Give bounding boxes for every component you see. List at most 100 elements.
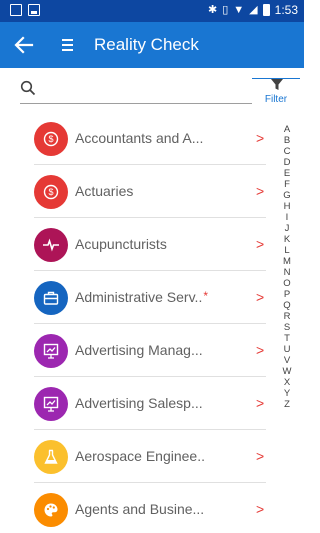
alphabet-letter[interactable]: K xyxy=(281,234,293,245)
alphabet-letter[interactable]: X xyxy=(281,377,293,388)
alphabet-letter[interactable]: J xyxy=(281,223,293,234)
category-badge xyxy=(34,387,68,421)
menu-icon xyxy=(62,39,73,41)
list-item-text: Advertising Manag... xyxy=(75,342,203,358)
filter-funnel-icon xyxy=(271,79,283,90)
alphabet-letter[interactable]: N xyxy=(281,267,293,278)
gallery-notification-icon xyxy=(28,4,40,16)
category-badge xyxy=(34,228,68,262)
alphabet-letter[interactable]: T xyxy=(281,333,293,344)
bluetooth-icon: ✱ xyxy=(208,4,218,16)
status-indicators: ✱ ▯ ▼ ◢ 1:53 xyxy=(208,3,298,17)
search-input[interactable] xyxy=(20,74,252,104)
heartbeat-icon xyxy=(43,238,59,252)
menu-button[interactable] xyxy=(62,36,76,54)
category-badge: $ xyxy=(34,122,68,156)
presentation-icon xyxy=(43,396,59,412)
status-bar: ✱ ▯ ▼ ◢ 1:53 xyxy=(0,0,304,22)
alphabet-letter[interactable]: G xyxy=(281,190,293,201)
list-item-text: Accountants and A... xyxy=(75,130,204,146)
alphabet-letter[interactable]: Y xyxy=(281,388,293,399)
alphabet-letter[interactable]: I xyxy=(281,212,293,223)
category-badge: $ xyxy=(34,175,68,209)
list-item[interactable]: $ Accountants and A... > xyxy=(0,112,276,165)
chevron-right-icon: > xyxy=(256,289,265,305)
alphabet-letter[interactable]: Z xyxy=(281,399,293,410)
signal-icon: ◢ xyxy=(249,4,258,16)
app-screen: ✱ ▯ ▼ ◢ 1:53 Reality Check Filter $ Acco… xyxy=(0,0,304,533)
alphabet-letter[interactable]: A xyxy=(281,124,293,135)
palette-icon xyxy=(44,503,58,517)
battery-icon xyxy=(262,4,270,16)
list-item-text: Actuaries xyxy=(75,183,134,199)
svg-text:$: $ xyxy=(48,187,53,197)
chevron-right-icon: > xyxy=(256,501,265,517)
list-item[interactable]: Advertising Salesp... > xyxy=(0,377,276,430)
category-badge xyxy=(34,493,68,527)
status-time: 1:53 xyxy=(274,3,298,17)
alphabet-letter[interactable]: L xyxy=(281,245,293,256)
alphabet-letter[interactable]: O xyxy=(281,278,293,289)
app-notification-icon xyxy=(10,4,22,16)
list-item[interactable]: Acupuncturists > xyxy=(0,218,276,271)
alphabet-letter[interactable]: W xyxy=(281,366,293,377)
alphabet-letter[interactable]: F xyxy=(281,179,293,190)
list-item[interactable]: Agents and Busine... > xyxy=(0,483,276,533)
list-item-text: Advertising Salesp... xyxy=(75,395,203,411)
svg-text:$: $ xyxy=(48,134,53,144)
list-item-text: Administrative Serv.. xyxy=(75,289,203,305)
filter-label: Filter xyxy=(264,94,288,105)
list-item[interactable]: Advertising Manag... > xyxy=(0,324,276,377)
list-item-label: Advertising Manag... xyxy=(75,342,203,358)
chevron-right-icon: > xyxy=(256,395,265,411)
chevron-right-icon: > xyxy=(256,448,265,464)
dollar-icon: $ xyxy=(43,184,59,200)
alphabet-letter[interactable]: B xyxy=(281,135,293,146)
chevron-right-icon: > xyxy=(256,130,265,146)
alphabet-letter[interactable]: U xyxy=(281,344,293,355)
alphabet-letter[interactable]: V xyxy=(281,355,293,366)
list-item-text: Aerospace Enginee.. xyxy=(75,448,205,464)
alphabet-letter[interactable]: H xyxy=(281,201,293,212)
presentation-icon xyxy=(43,343,59,359)
occupation-list: $ Accountants and A... > $ Actuaries > Acupunc… xyxy=(0,112,276,533)
alphabet-letter[interactable]: D xyxy=(281,157,293,168)
list-item-text: Acupuncturists xyxy=(75,236,167,252)
alphabet-letter[interactable]: R xyxy=(281,311,293,322)
list-item-label: Acupuncturists xyxy=(75,236,167,252)
chevron-right-icon: > xyxy=(256,342,265,358)
list-item[interactable]: Aerospace Enginee.. > xyxy=(0,430,276,483)
alphabet-letter[interactable]: E xyxy=(281,168,293,179)
search-bar: Filter xyxy=(0,68,304,108)
list-item-label: Actuaries xyxy=(75,183,133,199)
alphabet-letter[interactable]: P xyxy=(281,289,293,300)
alphabet-index[interactable]: ABCDEFGHIJKLMNOPQRSTUVWXYZ xyxy=(281,124,293,410)
category-badge xyxy=(34,440,68,474)
alphabet-letter[interactable]: C xyxy=(281,146,293,157)
flask-icon xyxy=(44,449,58,464)
list-item-label: Advertising Salesp... xyxy=(75,395,203,411)
list-item-label: Administrative Serv..* xyxy=(75,289,208,305)
list-item[interactable]: Administrative Serv..* > xyxy=(0,271,276,324)
category-badge xyxy=(34,334,68,368)
alphabet-letter[interactable]: S xyxy=(281,322,293,333)
alphabet-letter[interactable]: M xyxy=(281,256,293,267)
chevron-right-icon: > xyxy=(256,236,265,252)
vibrate-icon: ▯ xyxy=(222,4,229,16)
filter-button[interactable]: Filter xyxy=(252,72,300,108)
app-bar: Reality Check xyxy=(0,22,304,68)
list-item-label: Aerospace Enginee.. xyxy=(75,448,205,464)
arrow-left-icon xyxy=(14,36,34,54)
category-badge xyxy=(34,281,68,315)
list-item-label: Accountants and A... xyxy=(75,130,203,146)
status-notifications xyxy=(10,4,40,16)
chevron-right-icon: > xyxy=(256,183,265,199)
dollar-icon: $ xyxy=(43,131,59,147)
alphabet-letter[interactable]: Q xyxy=(281,300,293,311)
list-item-label: Agents and Busine... xyxy=(75,501,204,517)
list-item-text: Agents and Busine... xyxy=(75,501,205,517)
list-item[interactable]: $ Actuaries > xyxy=(0,165,276,218)
search-icon xyxy=(20,80,36,96)
new-badge-star: * xyxy=(203,289,209,303)
back-button[interactable] xyxy=(10,31,38,59)
